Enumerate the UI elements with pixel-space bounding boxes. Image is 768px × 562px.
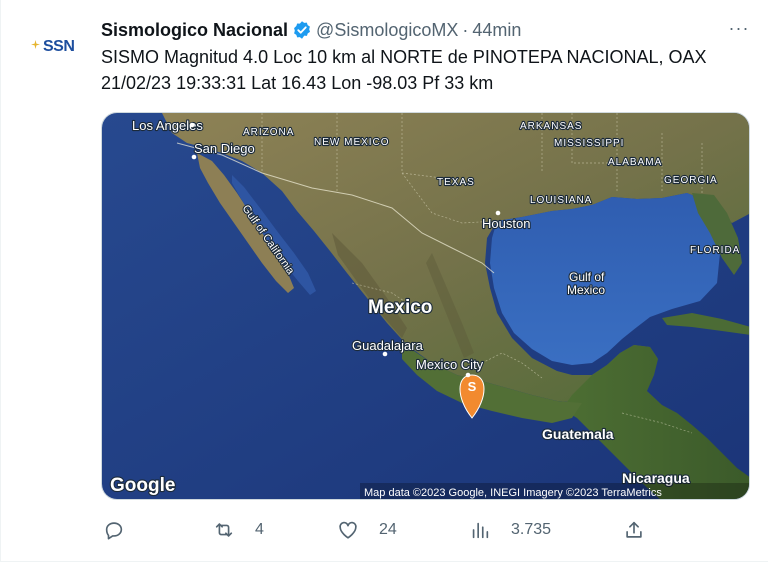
map-label-mexico: Mexico [368, 297, 432, 318]
author-name[interactable]: Sismologico Nacional [101, 20, 288, 41]
heart-icon [339, 521, 357, 539]
reply-button[interactable] [103, 512, 145, 548]
map-label-mississippi: MISSISSIPPI [554, 138, 624, 149]
map-label-san-diego: San Diego [194, 141, 255, 156]
tweet-actions: 4 24 3.735 [101, 512, 661, 548]
more-options-button[interactable]: ··· [727, 18, 751, 42]
separator-dot: · [462, 19, 469, 40]
city-dot-los-angeles [189, 122, 195, 128]
verified-badge-icon [294, 21, 311, 39]
google-logo: Google [110, 475, 175, 496]
views-count: 3.735 [511, 521, 552, 538]
map-label-arkansas: ARKANSAS [520, 121, 582, 132]
map-label-georgia: GEORGIA [664, 175, 718, 186]
like-button[interactable]: 24 [337, 512, 397, 548]
tweet-timestamp[interactable]: 44min [472, 20, 521, 41]
tweet-text-line: SISMO Magnitud 4.0 Loc 10 km al NORTE de… [101, 47, 707, 67]
map-label-gulf-of-mexico-line2: Mexico [567, 283, 605, 297]
map-label-houston: Houston [482, 216, 530, 231]
map-image[interactable]: S Los Angeles San Diego ARIZONA NEW MEXI… [101, 112, 750, 500]
tweet-text-line: 21/02/23 19:33:31 Lat 16.43 Lon -98.03 P… [101, 73, 494, 93]
retweet-button[interactable]: 4 [213, 512, 264, 548]
share-icon [626, 521, 642, 538]
city-dot-mexico-city [465, 372, 471, 378]
views-button[interactable]: 3.735 [469, 512, 551, 548]
map-label-alabama: ALABAMA [608, 157, 662, 168]
map-label-arizona: ARIZONA [243, 127, 294, 138]
map-attribution: Map data ©2023 Google, INEGI Imagery ©20… [364, 487, 662, 499]
city-dot-san-diego [191, 154, 197, 160]
reply-icon [105, 522, 123, 540]
marker-label: S [468, 379, 477, 394]
retweet-icon [215, 523, 233, 537]
satellite-map: S Los Angeles San Diego ARIZONA NEW MEXI… [102, 113, 749, 499]
author-handle[interactable]: @SismologicoMX [316, 20, 458, 41]
share-button[interactable] [623, 512, 645, 548]
map-label-gulf-of-mexico-line1: Gulf of [569, 270, 605, 284]
map-label-new-mexico: NEW MEXICO [314, 137, 390, 148]
tweet-header: Sismologico Nacional @SismologicoMX · 44… [101, 18, 521, 42]
map-label-florida: FLORIDA [690, 245, 740, 256]
city-dot-houston [495, 210, 501, 216]
tweet-text: SISMO Magnitud 4.0 Loc 10 km al NORTE de… [101, 44, 756, 96]
map-label-louisiana: LOUISIANA [530, 195, 592, 206]
map-label-guadalajara: Guadalajara [352, 338, 424, 353]
avatar-logo-text: SSN [43, 38, 75, 55]
retweet-count: 4 [255, 521, 264, 538]
analytics-icon [472, 522, 489, 539]
map-label-guatemala: Guatemala [542, 426, 614, 442]
tweet-card: SSN Sismologico Nacional @SismologicoMX … [0, 0, 768, 562]
spark-icon [31, 40, 40, 49]
like-count: 24 [379, 521, 397, 538]
city-dot-guadalajara [382, 351, 388, 357]
map-label-mexico-city: Mexico City [416, 357, 484, 372]
map-label-texas: TEXAS [437, 177, 475, 188]
avatar[interactable]: SSN [25, 22, 85, 74]
